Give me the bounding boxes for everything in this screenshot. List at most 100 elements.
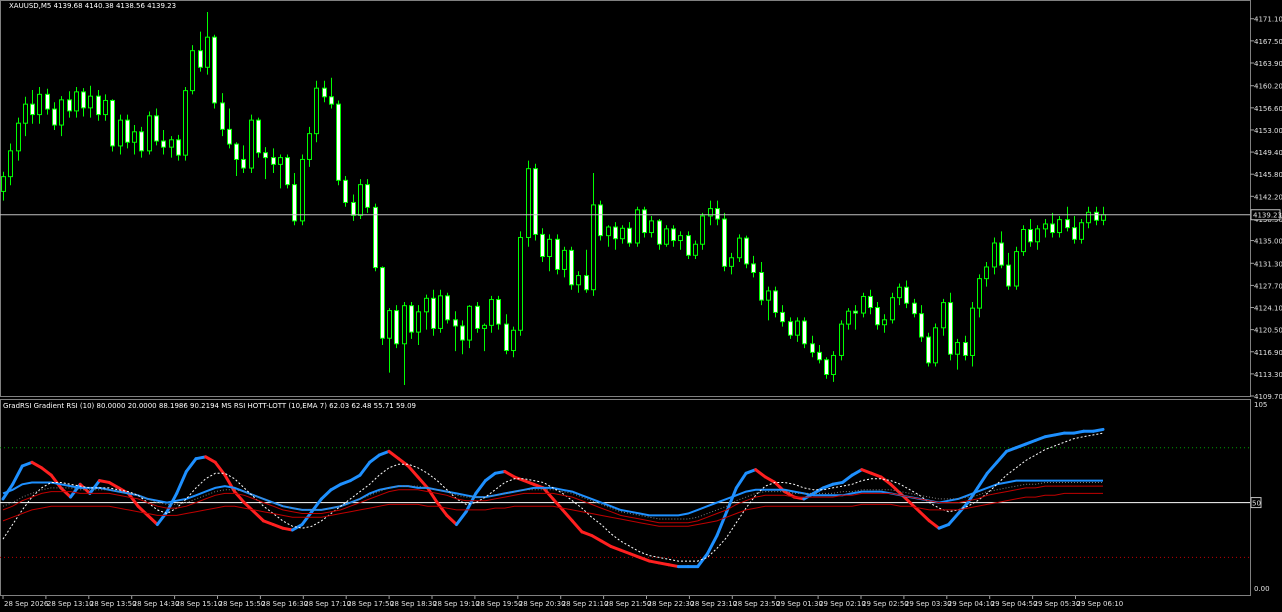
candle: [824, 357, 829, 379]
time-axis: 28 Sep 202628 Sep 13:1028 Sep 13:5028 Se…: [2, 596, 1123, 608]
gradient-rsi-segment: [184, 457, 198, 473]
gradient-rsi-segment: [503, 469, 516, 479]
candle-body: [88, 95, 93, 109]
candle: [671, 225, 676, 247]
price-tick-label: 4153.00: [1254, 127, 1282, 135]
candle-body: [125, 119, 130, 143]
candle-body: [613, 226, 618, 240]
time-tick-label: 28 Sep 14:30: [133, 600, 180, 608]
gradient-rsi-segment: [271, 523, 285, 530]
candle: [802, 317, 807, 349]
candle: [576, 271, 581, 293]
candle: [708, 200, 713, 226]
candle: [424, 294, 429, 330]
candle: [926, 332, 931, 367]
price-panel-border: [0, 0, 1251, 397]
indicator-tick-label: 105: [1254, 401, 1267, 409]
candle-body: [926, 336, 931, 364]
candle: [627, 222, 632, 247]
candle-body: [314, 87, 319, 135]
gradient-rsi-segment: [406, 464, 420, 479]
candle-body: [1057, 219, 1062, 234]
candle: [904, 280, 909, 309]
candle: [190, 45, 195, 95]
candle-body: [511, 329, 516, 352]
candle: [1021, 225, 1026, 256]
candle-body: [562, 249, 567, 270]
candle-body: [416, 311, 421, 333]
candle: [23, 96, 28, 137]
time-tick-label: 29 Sep 02:50: [862, 600, 909, 608]
candle-body: [897, 286, 902, 299]
candle-body: [598, 204, 603, 237]
candle-body: [686, 235, 691, 256]
trading-chart[interactable]: XAUUSD,M5 4139.68 4140.38 4138.56 4139.2…: [0, 0, 1282, 612]
candle: [664, 225, 669, 247]
candles: [0, 11, 1250, 385]
gradient-rsi-segment: [435, 501, 449, 517]
candle: [504, 314, 509, 355]
candle: [817, 345, 822, 364]
price-tick-label: 4156.60: [1254, 105, 1282, 113]
candle-body: [169, 139, 174, 148]
gradient-rsi-segment: [397, 457, 410, 468]
candle-body: [999, 242, 1004, 266]
candle: [234, 142, 239, 177]
gradient-rsi-segment: [1024, 438, 1037, 446]
gradient-rsi-segment: [976, 471, 989, 490]
candle: [693, 240, 698, 259]
candle-body: [241, 158, 246, 169]
candle: [1072, 215, 1077, 244]
gradient-rsi-segment: [155, 510, 169, 527]
candle-body: [402, 305, 407, 345]
candle-body: [890, 297, 895, 321]
candle-body: [722, 218, 727, 267]
time-tick-label: 28 Sep 15:10: [176, 600, 223, 608]
price-tick-label: 4124.10: [1254, 305, 1282, 313]
gradient-rsi-segment: [204, 455, 217, 464]
candle: [788, 317, 793, 339]
time-tick-label: 29 Sep 02:10: [819, 600, 866, 608]
candle: [992, 237, 997, 275]
candle: [387, 308, 392, 373]
candle: [773, 286, 778, 318]
gradient-rsi-segment: [744, 468, 758, 475]
candle-body: [853, 310, 858, 314]
candle-body: [868, 295, 873, 309]
time-tick-label: 28 Sep 17:50: [347, 600, 394, 608]
candle: [220, 93, 225, 137]
gradient-rsi-segment: [599, 539, 613, 548]
candle: [1028, 219, 1033, 247]
candle: [635, 206, 640, 247]
price-axis: 4171.10 4167.50 4163.90 4160.20 4156.60 4153.…: [1250, 16, 1282, 401]
candle-body: [154, 115, 159, 142]
candle-body: [729, 257, 734, 267]
candle: [402, 301, 407, 385]
candle-body: [445, 295, 450, 321]
candle: [256, 117, 261, 158]
candle: [569, 246, 574, 290]
candle: [1101, 206, 1106, 226]
candle-body: [744, 237, 749, 265]
candle-body: [409, 305, 414, 333]
gradient-rsi-segment: [619, 548, 632, 556]
candle: [380, 266, 385, 346]
candle-body: [1028, 228, 1033, 243]
gradient-rsi-segment: [725, 486, 738, 514]
candle: [584, 249, 589, 293]
gradient-rsi-segment: [985, 460, 999, 475]
gradient-rsi-segment: [570, 519, 584, 534]
candle-body: [285, 157, 290, 186]
candle-body: [569, 249, 574, 286]
time-tick-label: 29 Sep 03:30: [905, 600, 952, 608]
candle: [970, 301, 975, 367]
gradient-rsi-segment: [754, 468, 767, 479]
candle: [919, 305, 924, 342]
candle-body: [227, 128, 232, 145]
candle-body: [555, 238, 560, 270]
candle: [74, 86, 79, 118]
indicator-panel[interactable]: GradRSI Gradient RSI (10) 80.0000 20.000…: [0, 401, 1270, 593]
price-panel[interactable]: XAUUSD,M5 4139.68 4140.38 4138.56 4139.2…: [0, 2, 1282, 401]
candle-body: [1072, 227, 1077, 240]
candle: [649, 215, 654, 238]
